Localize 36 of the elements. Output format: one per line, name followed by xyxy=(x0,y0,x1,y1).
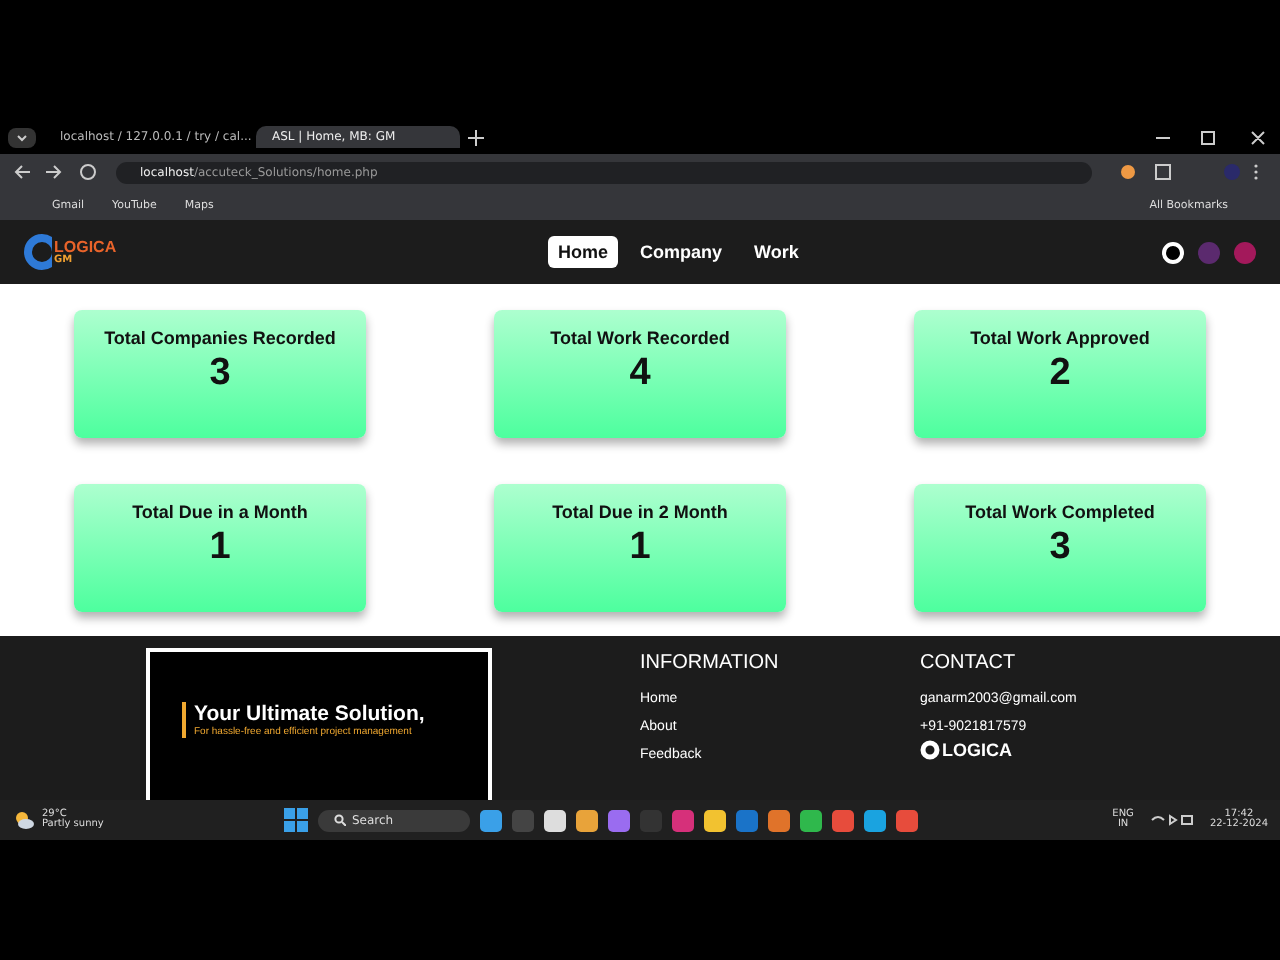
footer-heading: CONTACT xyxy=(920,652,1018,674)
stat-value: 3 xyxy=(209,352,231,396)
new-tab-icon[interactable] xyxy=(468,129,484,145)
navigation-icon[interactable] xyxy=(12,162,100,182)
stat-title: Total Work Completed xyxy=(965,502,1155,522)
app-icon[interactable] xyxy=(768,809,790,831)
theme-dot[interactable] xyxy=(1198,241,1220,263)
app-icon[interactable] xyxy=(704,809,726,831)
stat-title: Total Due in a Month xyxy=(132,502,308,522)
stat-title: Total Companies Recorded xyxy=(104,328,336,348)
tray-icons[interactable] xyxy=(1149,812,1194,828)
stat-value: 4 xyxy=(629,352,651,396)
nav-link[interactable]: Company xyxy=(630,236,733,268)
stat-value: 1 xyxy=(629,526,651,570)
footer-heading: INFORMATION xyxy=(640,652,781,674)
theme-dot[interactable] xyxy=(1162,241,1184,263)
app-icon[interactable] xyxy=(800,809,822,831)
nav-link[interactable]: Work xyxy=(744,236,809,268)
weather-icon[interactable] xyxy=(12,808,36,832)
search-icon xyxy=(334,814,346,826)
app-icon[interactable] xyxy=(576,809,598,831)
stat-value: 2 xyxy=(1049,352,1071,396)
nav-link[interactable]: Home xyxy=(548,236,619,268)
theme-dot[interactable] xyxy=(1234,241,1256,263)
app-icon[interactable] xyxy=(864,809,886,831)
app-icon[interactable] xyxy=(544,809,566,831)
banner-title: Your Ultimate Solution, xyxy=(194,702,425,726)
app-icon[interactable] xyxy=(480,809,502,831)
stat-title: Total Work Recorded xyxy=(550,328,730,348)
footer-logo-text: LOGICA xyxy=(942,740,1012,760)
start-icon[interactable] xyxy=(284,808,308,832)
stat-title: Total Due in 2 Month xyxy=(552,502,728,522)
tab-list-button[interactable] xyxy=(8,127,36,147)
stat-value: 3 xyxy=(1049,526,1071,570)
stat-title: Total Work Approved xyxy=(970,328,1150,348)
stat-value: 1 xyxy=(209,526,231,570)
